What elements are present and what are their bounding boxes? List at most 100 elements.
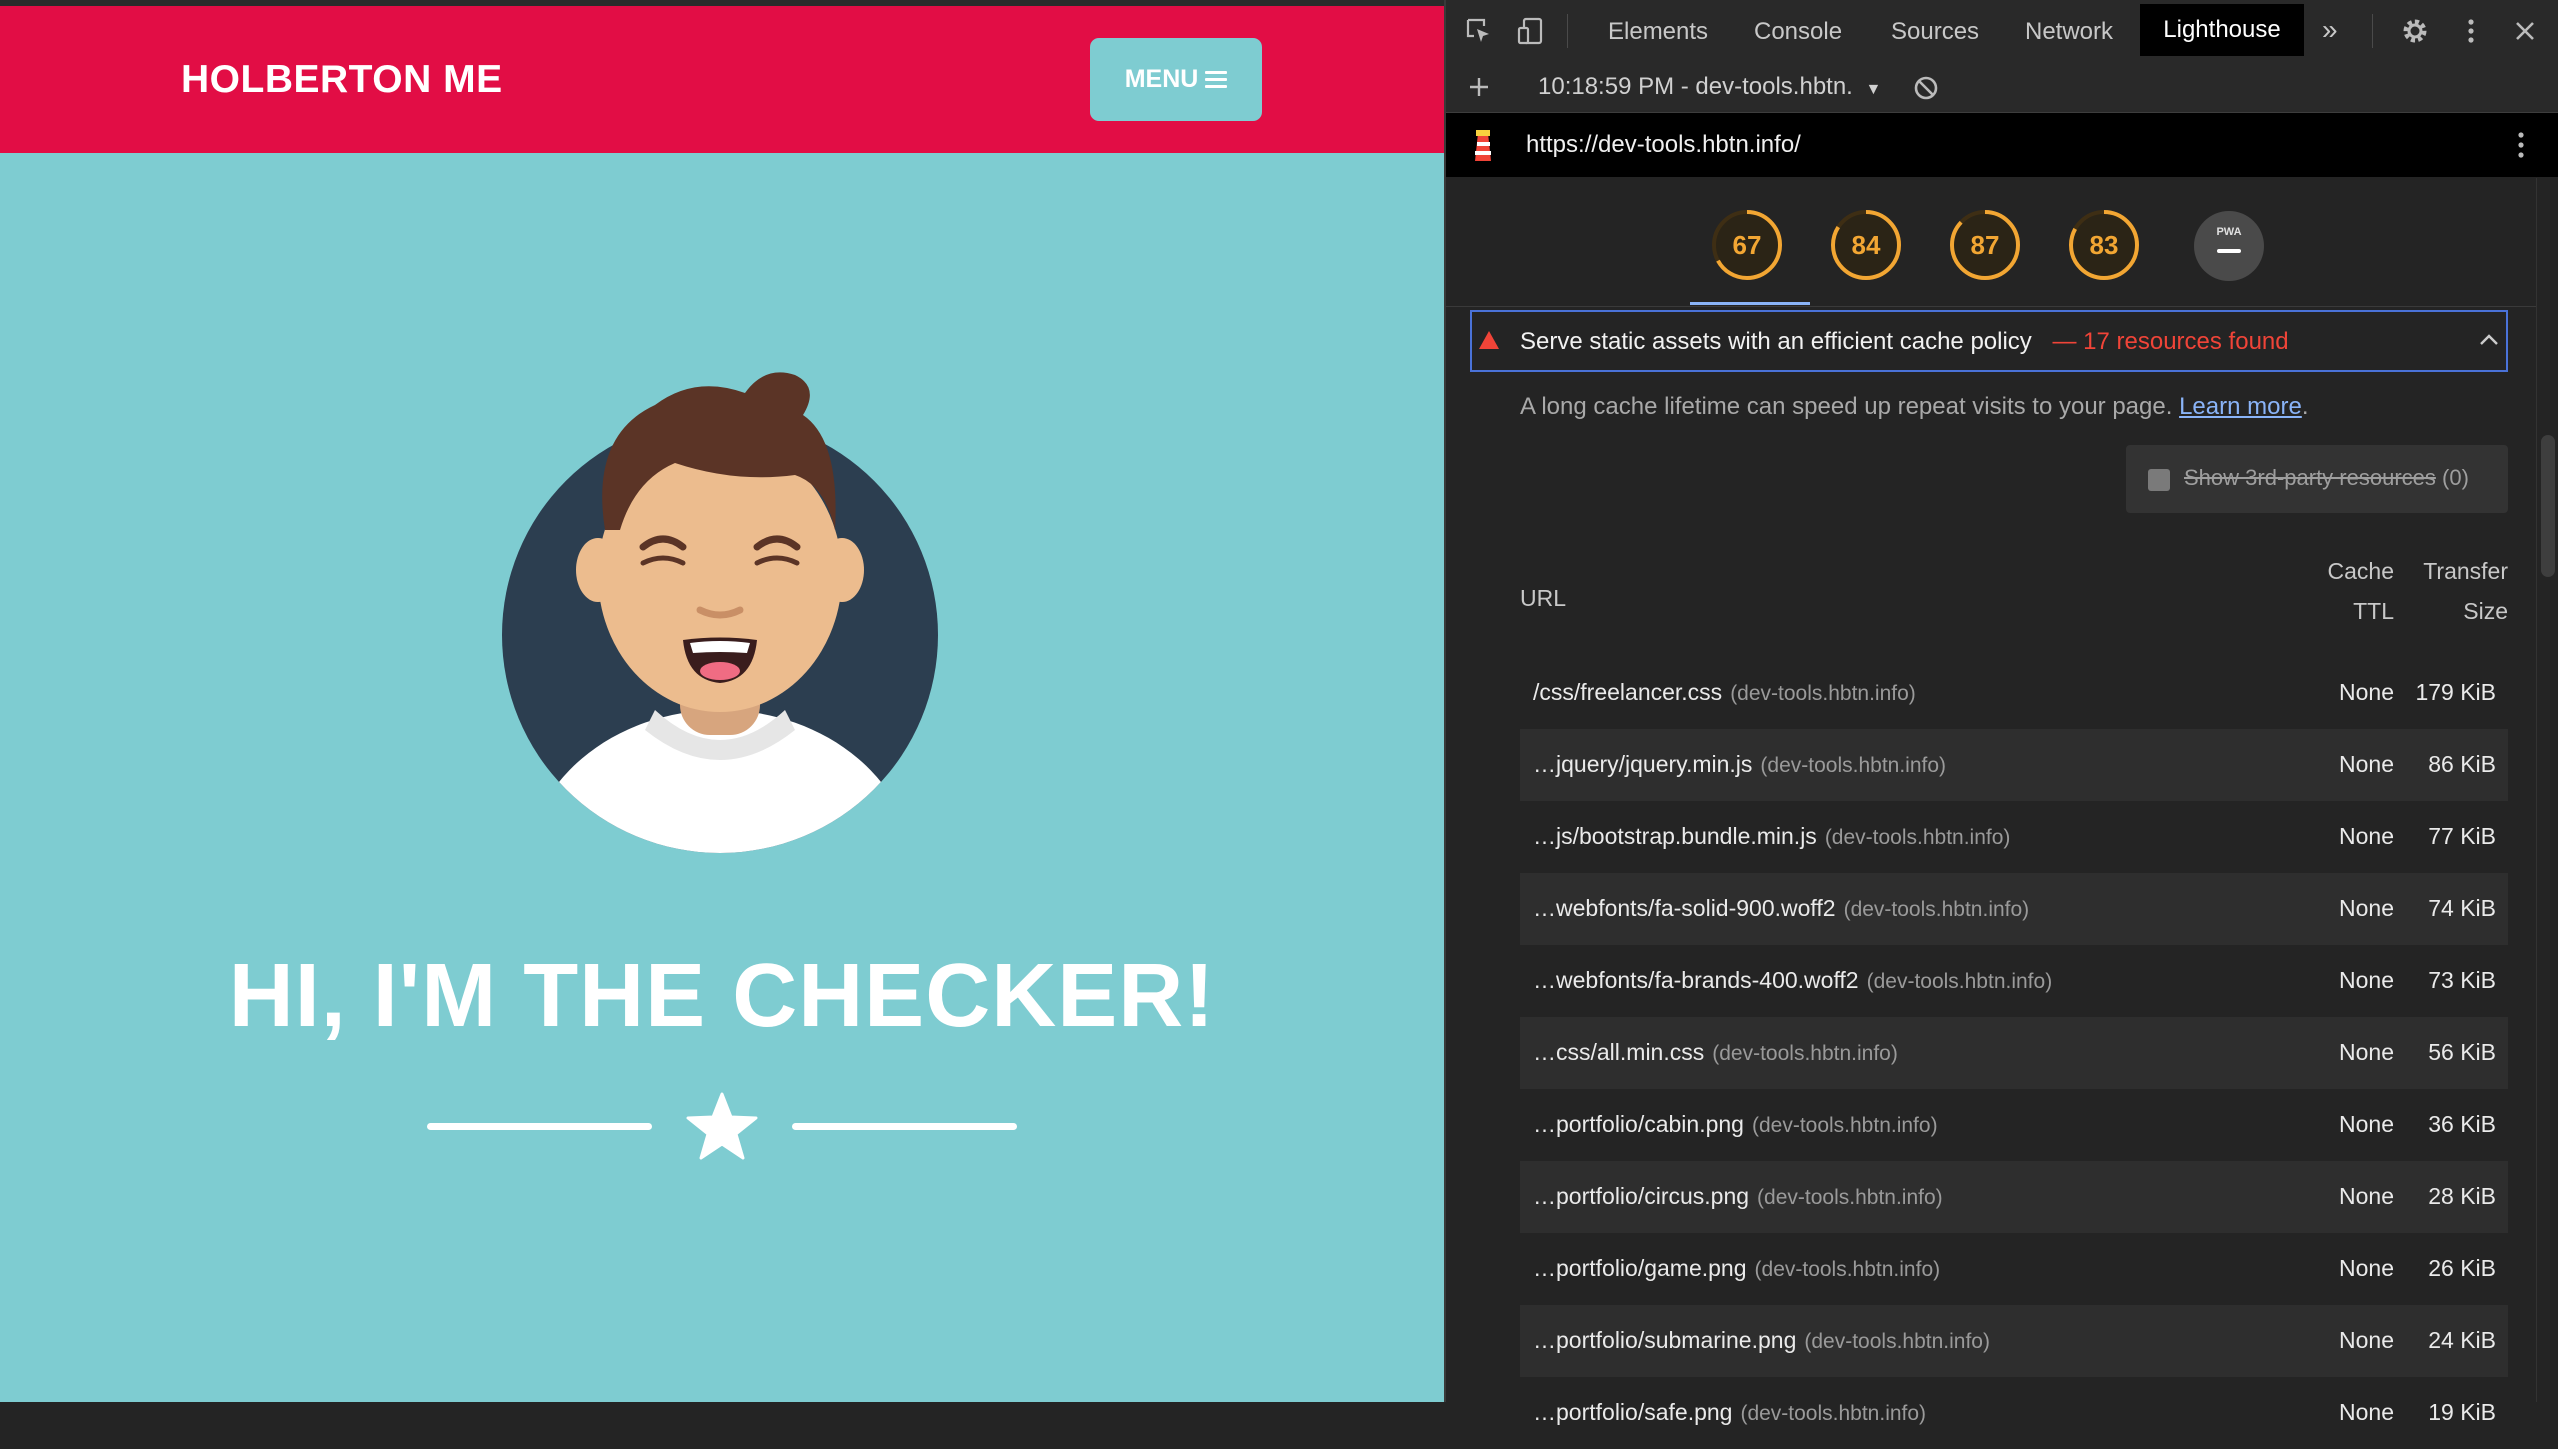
row-transfer-size: 73 KiB <box>2428 967 2496 993</box>
table-row[interactable]: …js/bootstrap.bundle.min.js (dev-tools.hb… <box>1520 801 2508 873</box>
row-url: …portfolio/game.png (dev-tools.hbtn.info) <box>1533 1255 1941 1281</box>
row-cache-ttl: None <box>2339 751 2394 777</box>
table-row[interactable]: …portfolio/safe.png (dev-tools.hbtn.info)… <box>1520 1377 2508 1449</box>
divider-line-left <box>427 1123 652 1130</box>
chevron-down-icon: ▼ <box>1865 81 1882 98</box>
pwa-label: PWA <box>2216 226 2242 238</box>
avatar-illustration <box>502 372 938 853</box>
report-url-bar: https://dev-tools.hbtn.info/ <box>1446 113 2558 177</box>
kebab-menu-icon[interactable] <box>2456 16 2486 46</box>
row-transfer-size: 77 KiB <box>2428 823 2496 849</box>
report-selector[interactable]: 10:18:59 PM - dev-tools.hbtn. ▼ <box>1538 73 1881 101</box>
devtools-panel: Elements Console Sources Network Lightho… <box>1444 0 2558 1425</box>
table-row[interactable]: …portfolio/game.png (dev-tools.hbtn.info)… <box>1520 1233 2508 1305</box>
row-transfer-size: 26 KiB <box>2428 1255 2496 1281</box>
score-gauge-seo[interactable]: 83 <box>2067 208 2141 282</box>
table-row[interactable]: /css/freelancer.css (dev-tools.hbtn.info)… <box>1520 657 2508 729</box>
star-divider <box>427 1090 1017 1162</box>
audit-summary: — 17 resources found <box>2052 328 2289 355</box>
row-cache-ttl: None <box>2339 1399 2394 1425</box>
table-row[interactable]: …webfonts/fa-solid-900.woff2 (dev-tools.h… <box>1520 873 2508 945</box>
row-url: …portfolio/submarine.png (dev-tools.hbtn.… <box>1533 1327 1990 1353</box>
third-party-label: Show 3rd-party resources <box>2184 465 2436 490</box>
audit-header[interactable]: Serve static assets with an efficient ca… <box>1470 310 2508 372</box>
clear-block-icon[interactable] <box>1912 74 1940 102</box>
lighthouse-logo-icon <box>1475 130 1491 161</box>
menu-label: MENU <box>1124 65 1199 93</box>
row-url: …js/bootstrap.bundle.min.js (dev-tools.hb… <box>1533 823 2011 849</box>
divider-line-right <box>792 1123 1017 1130</box>
row-url: …jquery/jquery.min.js (dev-tools.hbtn.inf… <box>1533 751 1947 777</box>
learn-more-link[interactable]: Learn more <box>2179 393 2302 420</box>
site-navbar: HOLBERTON ME MENU <box>0 6 1444 153</box>
score-value: 67 <box>1732 229 1762 260</box>
table-row[interactable]: …css/all.min.css (dev-tools.hbtn.info) No… <box>1520 1017 2508 1089</box>
tab-sources[interactable]: Sources <box>1891 18 1979 46</box>
devtools-tabbar: Elements Console Sources Network Lightho… <box>1446 0 2558 63</box>
row-transfer-size: 36 KiB <box>2428 1111 2496 1137</box>
tab-lighthouse[interactable]: Lighthouse <box>2140 4 2304 56</box>
report-url[interactable]: https://dev-tools.hbtn.info/ <box>1526 131 1801 159</box>
site-brand[interactable]: HOLBERTON ME <box>181 58 503 102</box>
score-gauge-best-practices[interactable]: 87 <box>1948 208 2022 282</box>
column-cache-ttl-line2: TTL <box>2353 598 2394 624</box>
row-url: …portfolio/circus.png (dev-tools.hbtn.inf… <box>1533 1183 1943 1209</box>
row-url: …css/all.min.css (dev-tools.hbtn.info) <box>1533 1039 1898 1065</box>
row-cache-ttl: None <box>2339 1327 2394 1353</box>
toolbar-separator <box>1567 14 1568 48</box>
report-menu-icon[interactable] <box>2506 129 2536 161</box>
row-cache-ttl: None <box>2339 679 2394 705</box>
column-url: URL <box>1520 585 1567 611</box>
audit-description-text: A long cache lifetime can speed up repea… <box>1520 393 2173 420</box>
plus-icon[interactable] <box>1466 74 1492 100</box>
row-cache-ttl: None <box>2339 823 2394 849</box>
row-transfer-size: 179 KiB <box>2415 679 2496 705</box>
toolbar-separator <box>2372 14 2373 48</box>
audit-title: Serve static assets with an efficient ca… <box>1520 328 2032 355</box>
score-value: 84 <box>1851 229 1881 260</box>
table-row[interactable]: …portfolio/submarine.png (dev-tools.hbtn.… <box>1520 1305 2508 1377</box>
close-icon[interactable] <box>2510 16 2540 46</box>
score-gauge-accessibility[interactable]: 84 <box>1829 208 1903 282</box>
scrollbar-track[interactable] <box>2536 178 2558 1402</box>
third-party-checkbox[interactable] <box>2148 469 2170 491</box>
table-row[interactable]: …portfolio/circus.png (dev-tools.hbtn.inf… <box>1520 1161 2508 1233</box>
table-row[interactable]: …jquery/jquery.min.js (dev-tools.hbtn.inf… <box>1520 729 2508 801</box>
row-transfer-size: 86 KiB <box>2428 751 2496 777</box>
tab-console[interactable]: Console <box>1754 18 1842 46</box>
row-cache-ttl: None <box>2339 1039 2394 1065</box>
score-gauges: 67 84 87 83 PWA <box>1446 178 2536 307</box>
row-transfer-size: 56 KiB <box>2428 1039 2496 1065</box>
star-icon <box>686 1092 758 1160</box>
active-gauge-underline <box>1690 302 1810 305</box>
device-toggle-icon[interactable] <box>1516 16 1546 46</box>
row-url: …portfolio/cabin.png (dev-tools.hbtn.info… <box>1533 1111 1938 1137</box>
chevron-up-icon[interactable] <box>2478 332 2500 348</box>
inspect-element-icon[interactable] <box>1464 16 1494 46</box>
row-url: …portfolio/safe.png (dev-tools.hbtn.info) <box>1533 1399 1927 1425</box>
scrollbar-thumb[interactable] <box>2541 435 2555 577</box>
row-url: /css/freelancer.css (dev-tools.hbtn.info) <box>1533 679 1916 705</box>
gear-icon[interactable] <box>2400 16 2430 46</box>
score-gauge-pwa[interactable]: PWA <box>2193 210 2265 282</box>
lighthouse-toolbar: 10:18:59 PM - dev-tools.hbtn. ▼ <box>1446 62 2558 113</box>
row-cache-ttl: None <box>2339 1255 2394 1281</box>
site-viewport: HOLBERTON ME MENU HI, I'M THE CHECKER! <box>0 0 1444 1402</box>
score-gauge-performance[interactable]: 67 <box>1710 208 1784 282</box>
row-transfer-size: 19 KiB <box>2428 1399 2496 1425</box>
column-cache-ttl-line1: Cache <box>2327 558 2394 584</box>
tab-elements[interactable]: Elements <box>1608 18 1708 46</box>
report-selector-label: 10:18:59 PM - dev-tools.hbtn. <box>1538 73 1853 100</box>
table-row[interactable]: …webfonts/fa-brands-400.woff2 (dev-tools.… <box>1520 945 2508 1017</box>
table-row[interactable]: …portfolio/cabin.png (dev-tools.hbtn.info… <box>1520 1089 2508 1161</box>
row-transfer-size: 28 KiB <box>2428 1183 2496 1209</box>
row-transfer-size: 24 KiB <box>2428 1327 2496 1353</box>
third-party-count: (0) <box>2442 465 2469 490</box>
menu-button[interactable]: MENU <box>1090 38 1262 121</box>
row-cache-ttl: None <box>2339 967 2394 993</box>
tab-network[interactable]: Network <box>2025 18 2113 46</box>
column-cache-ttl: Cache TTL <box>2328 551 2394 631</box>
third-party-filter[interactable]: Show 3rd-party resources (0) <box>2126 445 2508 513</box>
more-tabs-icon[interactable]: » <box>2322 14 2338 46</box>
row-cache-ttl: None <box>2339 895 2394 921</box>
